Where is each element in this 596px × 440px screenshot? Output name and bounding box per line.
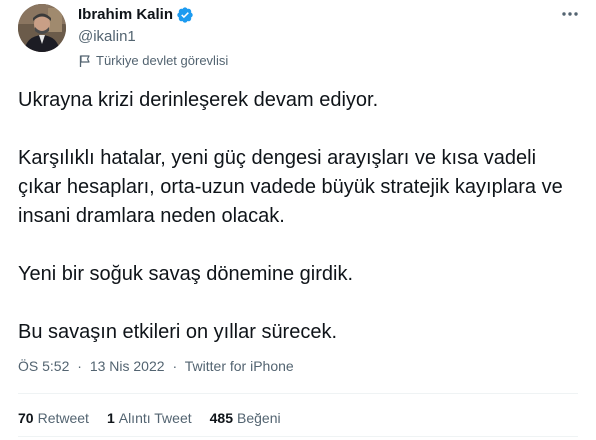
quotes-count: 1 <box>106 410 115 426</box>
tweet-paragraph: Ukrayna krizi derinleşerek devam ediyor. <box>18 89 379 111</box>
tweet-paragraph: Bu savaşın etkileri on yıllar sürecek. <box>18 321 338 343</box>
likes-label: Beğeni <box>237 410 281 426</box>
handle[interactable]: @ikalin1 <box>78 27 556 47</box>
tweet-stats: 70 Retweet 1 Alıntı Tweet 485 Beğeni <box>18 408 299 428</box>
likes-count: 485 <box>209 410 233 426</box>
meta-separator: · <box>172 358 178 374</box>
meta-separator: · <box>77 358 82 374</box>
avatar[interactable] <box>18 4 66 52</box>
more-options-icon <box>560 4 580 29</box>
tweet-paragraph: Karşılıklı hatalar, yeni güç dengesi ara… <box>18 147 563 227</box>
government-flag-icon <box>78 54 92 68</box>
name-row: Ibrahim Kalin <box>78 4 556 26</box>
verified-badge-icon <box>176 6 194 24</box>
quotes-label: Alıntı Tweet <box>118 410 192 426</box>
tweet-meta: ÖS 5:52 · 13 Nis 2022 · Twitter for iPho… <box>18 356 294 376</box>
tweet-paragraph: Yeni bir soğuk savaş dönemine girdik. <box>18 263 354 285</box>
tweet-time[interactable]: ÖS 5:52 <box>18 358 69 374</box>
avatar-image <box>18 4 66 52</box>
tweet: Ibrahim Kalin @ikalin1 Türkiye devlet gö… <box>0 0 596 440</box>
quotes-stat[interactable]: 1 Alıntı Tweet <box>107 408 192 428</box>
tweet-header: Ibrahim Kalin @ikalin1 Türkiye devlet gö… <box>78 4 556 69</box>
account-label: Türkiye devlet görevlisi <box>78 53 556 69</box>
display-name[interactable]: Ibrahim Kalin <box>78 5 173 25</box>
tweet-text: Ukrayna krizi derinleşerek devam ediyor.… <box>18 86 578 347</box>
more-options-button[interactable] <box>558 6 582 26</box>
divider <box>18 393 578 394</box>
tweet-source[interactable]: Twitter for iPhone <box>185 358 294 374</box>
retweets-stat[interactable]: 70 Retweet <box>18 408 89 428</box>
divider <box>18 436 578 437</box>
account-label-text: Türkiye devlet görevlisi <box>96 53 229 68</box>
retweets-count: 70 <box>18 410 34 426</box>
likes-stat[interactable]: 485 Beğeni <box>210 408 281 428</box>
retweets-label: Retweet <box>37 410 89 426</box>
tweet-date[interactable]: 13 Nis 2022 <box>90 358 165 374</box>
